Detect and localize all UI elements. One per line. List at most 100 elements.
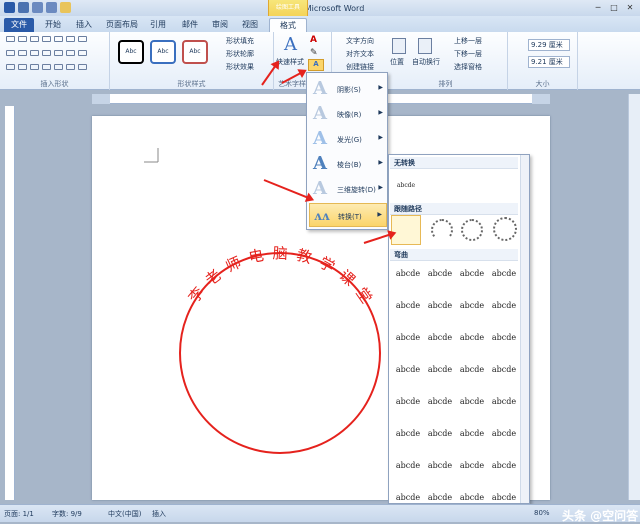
panel-scrollbar[interactable] (520, 155, 529, 503)
follow-path-arch-down[interactable] (431, 219, 453, 241)
wrap-text-icon[interactable] (418, 38, 432, 54)
position-button[interactable]: 位置 (390, 57, 404, 67)
shape-outline-button[interactable]: 形状轮廓 (226, 49, 254, 59)
zoom-level[interactable]: 80% (534, 509, 550, 517)
selection-pane-button[interactable]: 选择窗格 (454, 62, 482, 72)
warp-option[interactable]: abcde (425, 391, 455, 413)
menu-item-glow[interactable]: A 发光(G) ▶ (309, 127, 387, 151)
status-language[interactable]: 中文(中国) (108, 509, 141, 519)
text-fill-icon[interactable]: A (310, 35, 317, 45)
no-transform-option[interactable]: abcde (391, 175, 421, 197)
warp-option[interactable]: abcde (393, 327, 423, 349)
status-mode[interactable]: 插入 (152, 509, 166, 519)
send-backward-button[interactable]: 下移一层 (454, 49, 482, 59)
tab-references[interactable]: 引用 (144, 18, 172, 32)
ribbon-tabs: 文件 开始 插入 页面布局 引用 邮件 审阅 视图 格式 (0, 16, 640, 32)
minimize-icon[interactable]: ─ (591, 2, 605, 13)
warp-option[interactable]: abcde (457, 263, 487, 285)
style-blue[interactable]: Abc (150, 40, 176, 64)
warp-option[interactable]: abcde (393, 295, 423, 317)
arrange-label: 排列 (438, 80, 453, 88)
shape-effects-button[interactable]: 形状效果 (226, 62, 254, 72)
tab-view[interactable]: 视图 (236, 18, 264, 32)
shapes-gallery[interactable] (6, 36, 87, 76)
warp-option[interactable]: abcde (489, 455, 519, 477)
text-effects-menu: A 阴影(S) ▶ A 映像(R) ▶ A 发光(G) ▶ A 棱台(B) ▶ A 三维旋转(D)… (306, 72, 388, 230)
create-link-button[interactable]: 创建链接 (346, 62, 374, 72)
stamp-text[interactable]: 李老师电脑教学课堂 (185, 244, 380, 313)
close-icon[interactable]: ✕ (623, 2, 637, 13)
width-field[interactable]: 9.21 厘米 (528, 56, 570, 68)
style-black[interactable]: Abc (118, 40, 144, 64)
ruler-margin-left (92, 94, 110, 104)
warp-option[interactable]: abcde (457, 295, 487, 317)
menu-item-bevel[interactable]: A 棱台(B) ▶ (309, 152, 387, 176)
warp-option[interactable]: abcde (425, 359, 455, 381)
warp-option[interactable]: abcde (425, 487, 455, 503)
warp-option[interactable]: abcde (393, 391, 423, 413)
warp-option[interactable]: abcde (457, 391, 487, 413)
text-direction-button[interactable]: 文字方向 (346, 36, 374, 46)
window-controls: ─ □ ✕ (591, 2, 637, 13)
text-outline-icon[interactable]: ✎ (310, 48, 318, 58)
status-bar: 页面: 1/1 字数: 9/9 中文(中国) 插入 80% 头条 @空问答 (0, 504, 640, 523)
title-bar: 文档1 - Microsoft Word ─ □ ✕ (0, 0, 640, 16)
warp-option[interactable]: abcde (489, 487, 519, 503)
vertical-scrollbar[interactable] (628, 94, 640, 500)
menu-item-transform[interactable]: ʌʌ 转换(T) ▶ (309, 203, 387, 227)
warp-option[interactable]: abcde (457, 423, 487, 445)
tab-file[interactable]: 文件 (4, 18, 34, 32)
warp-option[interactable]: abcde (393, 455, 423, 477)
size-label: 大小 (535, 80, 550, 88)
warp-option[interactable]: abcde (393, 359, 423, 381)
text-effects-button[interactable]: A (308, 59, 324, 71)
shape-fill-button[interactable]: 形状填充 (226, 36, 254, 46)
follow-path-circle[interactable] (461, 219, 483, 241)
follow-path-button[interactable] (493, 217, 517, 241)
tab-insert[interactable]: 插入 (70, 18, 98, 32)
menu-item-reflection[interactable]: A 映像(R) ▶ (309, 102, 387, 126)
warp-option[interactable]: abcde (489, 391, 519, 413)
warp-option[interactable]: abcde (457, 455, 487, 477)
warp-option[interactable]: abcde (425, 327, 455, 349)
insert-shapes-label: 插入形状 (40, 80, 69, 88)
warp-option[interactable]: abcde (425, 423, 455, 445)
warp-option[interactable]: abcde (489, 295, 519, 317)
tab-mailings[interactable]: 邮件 (176, 18, 204, 32)
warp-option[interactable]: abcde (393, 423, 423, 445)
follow-path-header: 跟随路径 (390, 203, 518, 215)
group-shape-styles: Abc Abc Abc 形状填充 形状轮廓 形状效果 形状样式 (110, 32, 274, 90)
menu-item-shadow[interactable]: A 阴影(S) ▶ (309, 77, 387, 101)
warp-option[interactable]: abcde (457, 487, 487, 503)
status-page[interactable]: 页面: 1/1 (4, 509, 34, 519)
warp-option[interactable]: abcde (425, 263, 455, 285)
tab-format[interactable]: 格式 (269, 18, 307, 32)
warp-option[interactable]: abcde (457, 359, 487, 381)
align-text-button[interactable]: 对齐文本 (346, 49, 374, 59)
auto-wrap-button[interactable]: 自动换行 (412, 57, 440, 67)
style-red[interactable]: Abc (182, 40, 208, 64)
warp-option[interactable]: abcde (425, 455, 455, 477)
warp-option[interactable]: abcde (393, 487, 423, 503)
warp-option[interactable]: abcde (393, 263, 423, 285)
ruler-margin-right (532, 94, 550, 104)
menu-item-3d-rotation[interactable]: A 三维旋转(D) ▶ (309, 177, 387, 201)
tab-page-layout[interactable]: 页面布局 (102, 18, 142, 32)
maximize-icon[interactable]: □ (607, 2, 621, 13)
wordart-a-icon[interactable]: A (284, 34, 297, 55)
group-size: 9.29 厘米 9.21 厘米 大小 (508, 32, 578, 90)
warp-option[interactable]: abcde (489, 359, 519, 381)
status-words[interactable]: 字数: 9/9 (52, 509, 82, 519)
warp-option[interactable]: abcde (489, 423, 519, 445)
bring-forward-button[interactable]: 上移一层 (454, 36, 482, 46)
warp-option[interactable]: abcde (489, 327, 519, 349)
warp-option[interactable]: abcde (425, 295, 455, 317)
warp-option[interactable]: abcde (489, 263, 519, 285)
group-arrange: 位置 自动换行 上移一层 下移一层 选择窗格 排列 (384, 32, 508, 90)
vertical-ruler[interactable] (5, 106, 15, 500)
tab-home[interactable]: 开始 (38, 18, 68, 32)
position-icon[interactable] (392, 38, 406, 54)
warp-option[interactable]: abcde (457, 327, 487, 349)
height-field[interactable]: 9.29 厘米 (528, 39, 570, 51)
tab-review[interactable]: 审阅 (206, 18, 234, 32)
